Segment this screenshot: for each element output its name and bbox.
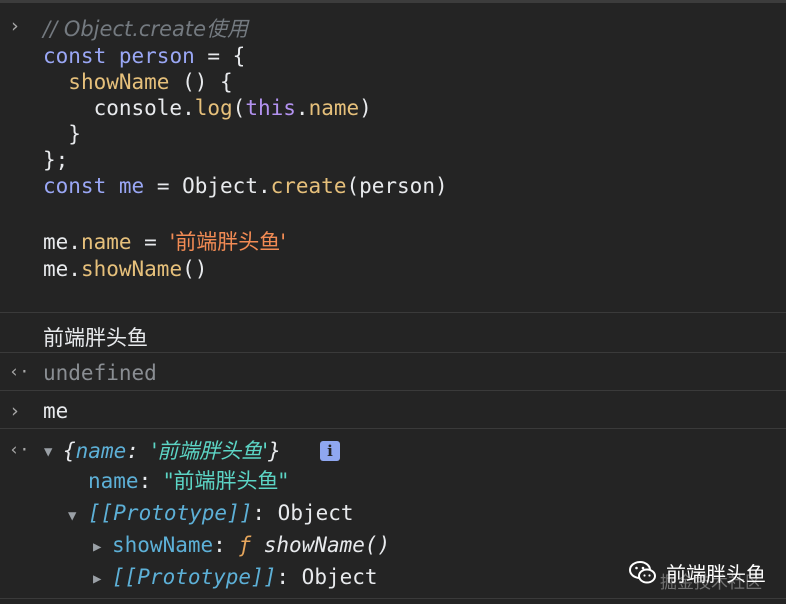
object-preview[interactable]: {name: '前端胖头鱼'} bbox=[63, 438, 281, 464]
code-line-3: showName () { bbox=[43, 69, 233, 95]
keyword: const bbox=[43, 174, 107, 198]
brace: } bbox=[268, 439, 281, 463]
divider bbox=[0, 598, 786, 599]
wechat-icon bbox=[629, 561, 656, 584]
code-text: = Object. bbox=[144, 174, 271, 198]
variable: person bbox=[118, 44, 195, 68]
console-log-output[interactable]: 前端胖头鱼 bbox=[43, 322, 148, 352]
divider bbox=[0, 428, 786, 429]
code-line-6: }; bbox=[43, 147, 68, 173]
return-prompt-icon: ‹· bbox=[9, 440, 30, 460]
code-text: ) bbox=[359, 96, 372, 120]
method-name: log bbox=[194, 96, 233, 120]
divider bbox=[0, 312, 786, 313]
code-text: = { bbox=[194, 44, 246, 68]
collapsed-triangle-icon[interactable]: ▶ bbox=[93, 571, 101, 587]
colon: : bbox=[213, 533, 239, 557]
string-literal: '前端胖头鱼' bbox=[169, 230, 286, 254]
colon: : bbox=[276, 565, 302, 589]
tree-row-prototype[interactable]: [[Prototype]]: Object bbox=[88, 500, 354, 526]
prototype-value: Object bbox=[301, 565, 378, 589]
expanded-triangle-icon[interactable]: ▼ bbox=[68, 508, 76, 524]
method-name: showName bbox=[80, 257, 183, 281]
code-line-9: me.name = '前端胖头鱼' bbox=[43, 229, 286, 255]
method-signature: showName() bbox=[263, 533, 391, 557]
code-text: console. bbox=[93, 96, 195, 120]
prototype-value: Object bbox=[277, 501, 354, 525]
code-text: = bbox=[131, 230, 170, 254]
colon: : bbox=[138, 469, 164, 493]
function-icon: ƒ bbox=[238, 533, 252, 557]
watermark-title: 前端胖头鱼 bbox=[666, 562, 766, 586]
return-value[interactable]: undefined bbox=[43, 360, 157, 386]
code-text: ( bbox=[232, 96, 246, 120]
prototype-key: [[Prototype]] bbox=[88, 501, 253, 525]
method-key: showName bbox=[112, 533, 214, 557]
property-value: "前端胖头鱼" bbox=[163, 469, 289, 493]
collapsed-triangle-icon[interactable]: ▶ bbox=[93, 539, 101, 555]
code-line-4: console.log(this.name) bbox=[43, 95, 372, 121]
colon: : bbox=[252, 501, 278, 525]
code-text: . bbox=[295, 96, 309, 120]
method-name: showName bbox=[68, 70, 170, 94]
divider bbox=[0, 390, 786, 391]
console-top-border bbox=[0, 0, 786, 3]
preview-value: '前端胖头鱼' bbox=[151, 439, 269, 463]
code-text: () { bbox=[169, 70, 233, 94]
info-icon[interactable]: i bbox=[320, 441, 340, 461]
code-input-me[interactable]: me bbox=[43, 398, 68, 424]
method-name: create bbox=[270, 174, 347, 198]
tree-row-inner-prototype[interactable]: [[Prototype]]: Object bbox=[112, 564, 378, 590]
code-line-5: } bbox=[43, 121, 81, 147]
code-text: } bbox=[68, 122, 81, 146]
code-text: me. bbox=[43, 230, 81, 254]
input-prompt-icon: › bbox=[9, 15, 21, 37]
variable: me bbox=[118, 174, 145, 198]
prototype-key: [[Prototype]] bbox=[112, 565, 277, 589]
code-text: me. bbox=[43, 257, 81, 281]
code-line-7: const me = Object.create(person) bbox=[43, 173, 448, 199]
property-key: name bbox=[88, 469, 139, 493]
keyword: const bbox=[43, 44, 107, 68]
colon: : bbox=[126, 439, 152, 463]
tree-row-method[interactable]: showName: ƒ showName() bbox=[112, 532, 390, 558]
property-name: name bbox=[308, 96, 360, 120]
brace: { bbox=[63, 439, 76, 463]
tree-row-name[interactable]: name: "前端胖头鱼" bbox=[88, 468, 288, 494]
watermark: 掘金技术社区 前端胖头鱼 bbox=[628, 556, 778, 593]
keyword: this bbox=[245, 96, 296, 120]
property-name: name bbox=[80, 230, 132, 254]
divider bbox=[0, 352, 786, 353]
code-line-1: // Object.create使用 bbox=[43, 16, 248, 42]
code-text: (person) bbox=[346, 174, 448, 198]
code-comment: // Object.create使用 bbox=[43, 17, 249, 41]
return-prompt-icon: ‹· bbox=[9, 362, 30, 382]
input-prompt-icon: › bbox=[9, 400, 21, 422]
code-line-10: me.showName() bbox=[43, 256, 207, 282]
preview-key: name bbox=[75, 439, 127, 463]
code-line-2: const person = { bbox=[43, 43, 245, 69]
code-text: () bbox=[182, 257, 208, 281]
expanded-triangle-icon[interactable]: ▼ bbox=[44, 444, 52, 460]
code-text: }; bbox=[43, 148, 69, 172]
